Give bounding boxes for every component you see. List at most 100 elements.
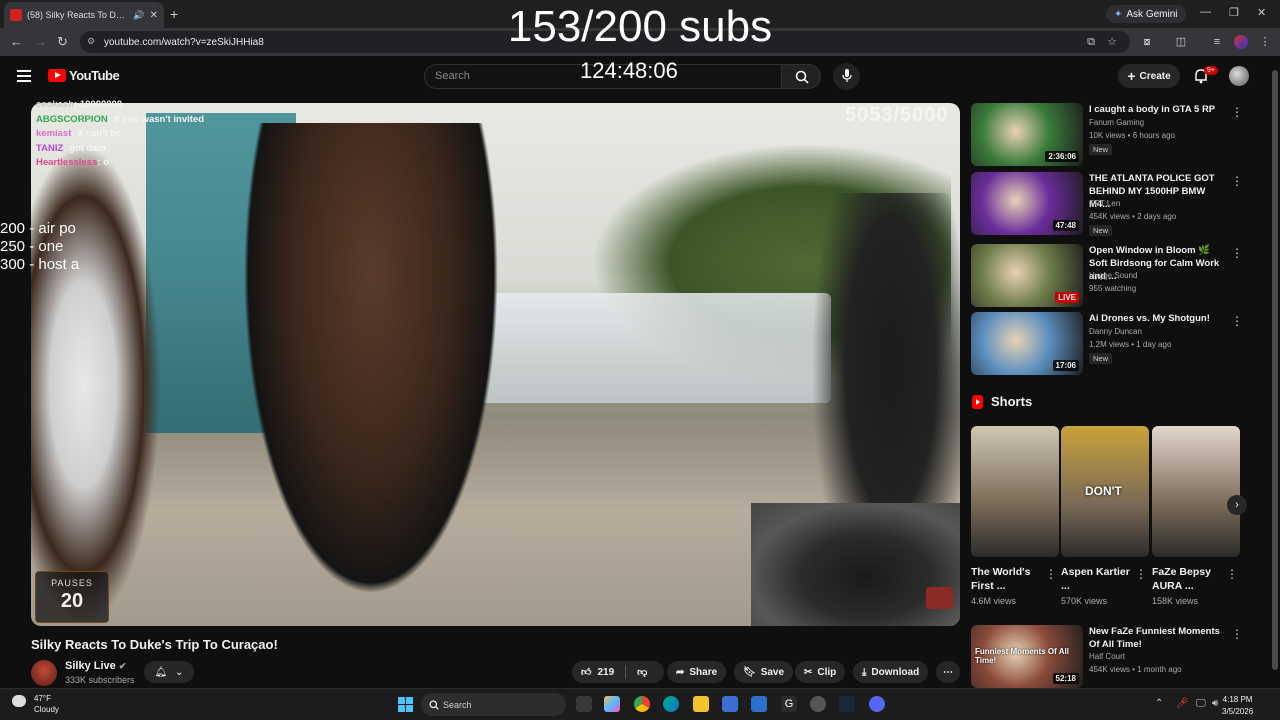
video-player[interactable]	[31, 103, 960, 626]
short-thumbnail[interactable]: DON'T	[1061, 426, 1149, 557]
download-button[interactable]: ⤓ Download	[853, 661, 929, 683]
recommended-video-channel[interactable]: Half Court	[1089, 652, 1125, 661]
mail-icon[interactable]	[751, 696, 767, 712]
more-options-icon[interactable]: ⋮	[1231, 246, 1243, 260]
clock-date: 3/5/2026	[1222, 707, 1254, 716]
goal-item: 200 - air po	[0, 220, 76, 237]
goal-item: 250 - one	[0, 238, 64, 255]
volume-icon[interactable]: 🔊︎	[1212, 698, 1218, 709]
windows-start-icon[interactable]	[398, 697, 413, 712]
chat-username: Heartlessless	[36, 157, 98, 168]
chat-text: o	[103, 157, 109, 168]
clock[interactable]: 4:18 PM 3/5/2026	[1222, 694, 1253, 718]
page-scrollbar[interactable]	[1272, 70, 1278, 670]
app-icon[interactable]: G	[781, 696, 797, 712]
video-thumbnail[interactable]: Funniest Moments Of All Time! 52:18	[971, 625, 1083, 688]
new-badge: New	[1089, 144, 1113, 155]
search-icon	[795, 70, 809, 84]
recommended-video[interactable]: 47:48 THE ATLANTA POLICE GOT BEHIND MY 15…	[971, 172, 1243, 236]
chevron-right-icon: ›	[1235, 499, 1239, 511]
file-explorer-icon[interactable]	[693, 696, 709, 712]
chrome-icon[interactable]	[634, 696, 650, 712]
recommended-video[interactable]: Funniest Moments Of All Time! 52:18 New Fa…	[971, 625, 1243, 689]
video-scene-person-main	[231, 123, 511, 626]
video-duration: 47:48	[1052, 220, 1079, 231]
obs-icon[interactable]	[810, 696, 826, 712]
discord-icon[interactable]	[869, 696, 885, 712]
video-thumbnail[interactable]: LIVE	[971, 244, 1083, 307]
search-button[interactable]	[781, 64, 821, 89]
hamburger-menu-icon[interactable]	[17, 70, 31, 82]
recommended-video-channel[interactable]: Hygge Sound	[1089, 271, 1137, 280]
short-title[interactable]: FaZe Bepsy AURA ...	[1152, 565, 1222, 593]
thumbs-down-icon[interactable]: 👎︎	[637, 666, 647, 678]
share-button[interactable]: ➦ Share	[667, 661, 727, 683]
short-item[interactable]: The World's First ... 4.6M views ⋮	[971, 426, 1059, 606]
shorts-icon	[972, 394, 983, 409]
stream-chat-overlay: ceokash: 10000000 ABGSCORPION: if you was…	[36, 98, 204, 171]
short-item[interactable]: DON'T Aspen Kartier ... 570K views ⋮	[1061, 426, 1149, 606]
recommended-video[interactable]: 17:06 Ai Drones vs. My Shotgun! Danny Dunc…	[971, 312, 1243, 376]
voice-search-button[interactable]	[833, 63, 860, 90]
taskbar-search[interactable]: Search	[421, 693, 566, 716]
channel-name[interactable]: Silky Live ✔	[65, 660, 126, 672]
video-thumbnail[interactable]: 47:48	[971, 172, 1083, 235]
shorts-heading-text: Shorts	[991, 394, 1033, 409]
more-options-icon[interactable]: ⋮	[1226, 567, 1238, 581]
weather-widget[interactable]: 47°F Cloudy	[12, 693, 59, 715]
recommended-video-channel[interactable]: Fanum Gaming	[1089, 118, 1144, 127]
mic-tray-icon[interactable]: 🎤︎	[1176, 698, 1189, 709]
more-actions-button[interactable]: ⋯	[936, 661, 960, 683]
video-thumbnail[interactable]: 2:36:06	[971, 103, 1083, 166]
steam-icon[interactable]	[839, 696, 855, 712]
tray-overflow-icon[interactable]: ⌃	[1155, 698, 1163, 709]
chevron-down-icon: ⌄	[175, 666, 184, 678]
store-icon[interactable]	[722, 696, 738, 712]
like-button[interactable]: 👍︎ 219	[581, 666, 614, 679]
short-thumbnail[interactable]	[971, 426, 1059, 557]
chat-message: ceokash: 10000000	[36, 98, 204, 113]
recommended-video-title[interactable]: Ai Drones vs. My Shotgun!	[1089, 312, 1224, 325]
more-options-icon[interactable]: ⋮	[1135, 567, 1147, 581]
network-icon[interactable]: 🖵	[1196, 698, 1206, 709]
shorts-heading: Shorts	[972, 394, 1032, 409]
recommended-video[interactable]: LIVE Open Window in Bloom 🌿 Soft Birdsong…	[971, 244, 1243, 308]
chat-username: TANIZ	[36, 142, 64, 154]
goal-item: 300 - host a	[0, 256, 80, 273]
shorts-next-button[interactable]: ›	[1227, 495, 1247, 515]
short-item[interactable]: FaZe Bepsy AURA ... 158K views ⋮	[1152, 426, 1240, 606]
edge-icon[interactable]	[663, 696, 679, 712]
more-options-icon[interactable]: ⋮	[1045, 567, 1057, 581]
chat-text: 10000000	[79, 99, 123, 110]
new-badge: New	[1089, 353, 1113, 364]
channel-avatar[interactable]	[31, 660, 57, 686]
recommended-video-title[interactable]: New FaZe Funniest Moments Of All Time!	[1089, 625, 1224, 651]
recommended-video-channel[interactable]: Danny Duncan	[1089, 327, 1142, 336]
recommended-video-title[interactable]: I caught a body in GTA 5 RP	[1089, 103, 1224, 116]
channel-name-text: Silky Live	[65, 660, 116, 672]
recommended-video-meta: 1.2M views • 1 day ago	[1089, 340, 1172, 349]
task-view-icon[interactable]	[576, 696, 592, 712]
more-options-icon[interactable]: ⋮	[1231, 314, 1243, 328]
chat-username: ABGSCORPION	[36, 113, 108, 125]
more-options-icon[interactable]: ⋮	[1231, 627, 1243, 641]
recommended-video-channel[interactable]: SRT Len	[1089, 199, 1120, 208]
account-avatar[interactable]	[1229, 66, 1249, 86]
more-options-icon[interactable]: ⋮	[1231, 105, 1243, 119]
short-title[interactable]: The World's First ...	[971, 565, 1041, 593]
short-title[interactable]: Aspen Kartier ...	[1061, 565, 1131, 593]
video-thumbnail[interactable]: 17:06	[971, 312, 1083, 375]
save-button[interactable]: 🔖︎ Save	[734, 661, 794, 683]
short-thumbnail[interactable]	[1152, 426, 1240, 557]
more-options-icon[interactable]: ⋮	[1231, 174, 1243, 188]
youtube-logo[interactable]: YouTube	[48, 68, 120, 83]
recommended-video-meta: 10K views • 6 hours ago	[1089, 131, 1175, 140]
stream-timer-overlay: 124:48:06	[580, 58, 678, 83]
subscription-bell-button[interactable]: 🔔︎ ⌄	[144, 661, 194, 683]
clip-button[interactable]: ✂ Clip	[795, 661, 846, 683]
recommended-video[interactable]: 2:36:06 I caught a body in GTA 5 RP Fanum …	[971, 103, 1243, 167]
create-button[interactable]: + Create	[1118, 64, 1180, 88]
download-icon: ⤓	[862, 666, 867, 678]
copilot-icon[interactable]	[604, 696, 620, 712]
chat-message: ABGSCORPION: if you wasn't invited	[36, 113, 204, 128]
